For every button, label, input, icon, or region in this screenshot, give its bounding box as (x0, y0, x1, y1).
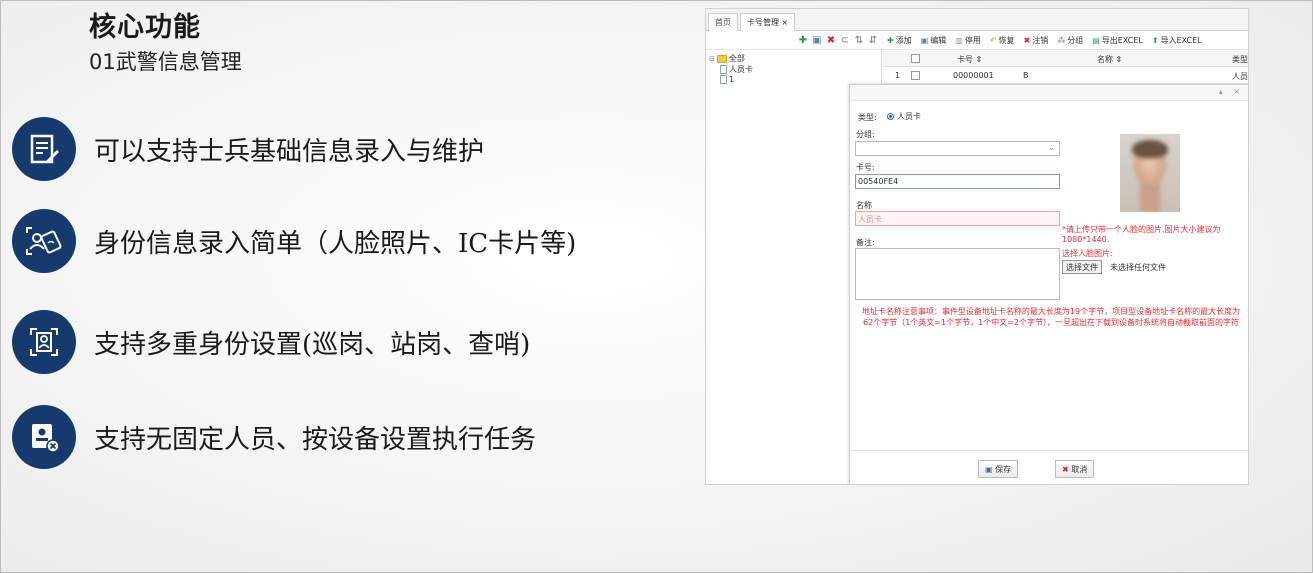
document-icon (720, 75, 727, 84)
type-label: 类型: (858, 113, 877, 122)
tab-home[interactable]: 首页 (708, 13, 738, 31)
tab-card-management[interactable]: 卡号管理 × (740, 13, 796, 31)
collapse-toggle-icon[interactable]: ⊟ (709, 55, 715, 63)
save-button[interactable]: ▣ 保存 (978, 460, 1019, 478)
name-label: 名称 (856, 201, 872, 210)
tree-node-item[interactable]: 人员卡 (720, 64, 753, 75)
photo-select-label: 选择人脸图片: (1062, 249, 1113, 258)
cancel-card-button[interactable]: ✖ 注销 (1024, 35, 1049, 46)
type-radio[interactable]: 人员卡 (887, 111, 921, 122)
document-icon (720, 65, 727, 74)
feature-text: 可以支持士兵基础信息录入与维护 (94, 136, 485, 167)
row-card-number: 00000001 (953, 71, 994, 80)
card-edit-dialog: ▴ × 类型: 人员卡 分组: ⌄ 卡号: 00540FE4 名称 人员卡 备注… (849, 84, 1248, 484)
column-name[interactable]: 名称 ⇕ (1097, 54, 1122, 65)
feature-item: 可以支持士兵基础信息录入与维护 (12, 117, 484, 181)
feature-item: 支持无固定人员、按设备设置执行任务 (12, 405, 536, 469)
save-icon: ▣ (985, 465, 993, 474)
export-excel-button[interactable]: ▤ 导出EXCEL (1092, 35, 1143, 46)
excel-icon: ▤ (1092, 36, 1100, 45)
person-remove-icon (12, 405, 76, 469)
group-label: 分组: (856, 130, 875, 139)
disable-button[interactable]: ▥ 停用 (955, 35, 981, 46)
folder-icon (716, 54, 727, 63)
column-type[interactable]: 类型 (1232, 54, 1248, 65)
cancel-button[interactable]: ✖ 取消 (1055, 460, 1095, 478)
cancel-card-icon: ✖ (1023, 36, 1031, 45)
id-frame-icon (12, 310, 76, 374)
add-button[interactable]: ✚ 添加 (887, 35, 912, 46)
dialog-header: ▴ × (850, 85, 1248, 101)
restore-icon: ↶ (989, 36, 997, 45)
feature-text: 支持无固定人员、按设备设置执行任务 (94, 424, 537, 455)
choose-file-button[interactable]: 选择文件 (1062, 260, 1102, 274)
group-icon: ⁂ (1057, 36, 1066, 45)
page-subtitle: 01武警信息管理 (89, 50, 242, 74)
close-icon: ✖ (1062, 465, 1069, 474)
group-select[interactable]: ⌄ (855, 141, 1060, 156)
edit-icon: ▣ (920, 36, 929, 45)
tree-toolbar: ✚ ▣ ✖ ⊂ ⇅ ⇵ (706, 32, 882, 50)
tree-node-item[interactable]: 1 (720, 75, 734, 84)
name-input[interactable]: 人员卡 (855, 211, 1060, 226)
row-type: 人员卡 (1232, 72, 1248, 81)
feature-text: 支持多重身份设置(巡岗、站岗、查哨) (94, 329, 531, 360)
remark-label: 备注: (856, 238, 875, 247)
chevron-down-icon: ⌄ (1048, 143, 1055, 152)
page-title: 核心功能 (89, 12, 201, 43)
photo-hint: *请上传只带一个人脸的图片,图片大小建议为1080*1440. (1062, 225, 1221, 244)
delete-icon[interactable]: ✖ (826, 35, 836, 46)
form-edit-icon (12, 117, 76, 181)
face-photo (1120, 134, 1180, 212)
grid-toolbar: ✚ 添加 ▣ 编辑 ▥ 停用 ↶ 恢复 ✖ 注销 ⁂ 分组 ▤ 导出EXCEL ⬆ 导入EXCE… (883, 32, 1248, 50)
column-card-number[interactable]: 卡号 ⇕ (957, 54, 982, 65)
grid-header: 卡号 ⇕ 名称 ⇕ 类型 (883, 51, 1248, 67)
restore-button[interactable]: ↶ 恢复 (990, 35, 1015, 46)
radio-selected-icon (887, 113, 894, 120)
card-number-label: 卡号: (856, 163, 875, 172)
sort-icon[interactable]: ⇅ (854, 35, 864, 46)
edit-icon[interactable]: ▣ (812, 35, 822, 46)
import-icon: ⬆ (1151, 36, 1159, 45)
feature-item: 身份信息录入简单（人脸照片、IC卡片等) (12, 209, 576, 273)
disable-icon: ▥ (955, 36, 963, 45)
feature-item: 支持多重身份设置(巡岗、站岗、查哨) (12, 310, 530, 374)
row-index: 1 (895, 71, 901, 80)
tab-bar: 首页 卡号管理 × (706, 9, 1248, 31)
feature-text: 身份信息录入简单（人脸照片、IC卡片等) (94, 228, 577, 259)
dialog-window-controls[interactable]: ▴ × (1219, 87, 1244, 96)
card-management-window: 首页 卡号管理 × ✚ ▣ ✖ ⊂ ⇅ ⇵ ⊟ 全部 人员卡 1 ✚ 添加 ▣ 编辑… (705, 8, 1249, 485)
edit-button[interactable]: ▣ 编辑 (921, 35, 947, 46)
remark-textarea[interactable] (855, 248, 1060, 300)
row-name: B (1023, 71, 1029, 80)
group-button[interactable]: ⁂ 分组 (1057, 35, 1083, 46)
select-all-checkbox[interactable] (911, 54, 920, 63)
face-card-scan-icon (12, 209, 76, 273)
table-row[interactable]: 1 00000001 B 人员卡 (883, 68, 1248, 84)
add-icon[interactable]: ✚ (798, 35, 808, 46)
collapse-icon[interactable]: ⊂ (840, 35, 850, 46)
add-icon: ✚ (887, 36, 894, 45)
card-name-notice: 地址卡名称注意事项：事件型设备地址卡名称的最大长度为19个字节，项目型设备地址卡… (861, 307, 1241, 327)
import-excel-button[interactable]: ⬆ 导入EXCEL (1152, 35, 1202, 46)
sort-alt-icon[interactable]: ⇵ (868, 35, 878, 46)
row-checkbox[interactable] (911, 71, 920, 80)
tree-node-root[interactable]: ⊟ 全部 (709, 53, 745, 64)
card-number-input[interactable]: 00540FE4 (855, 174, 1060, 189)
file-status: 未选择任何文件 (1110, 263, 1166, 272)
